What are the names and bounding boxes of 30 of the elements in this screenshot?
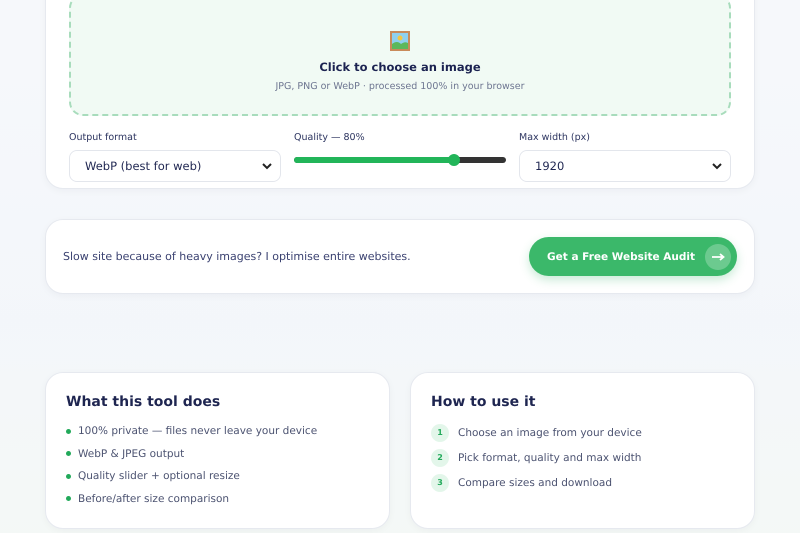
dropdown-select[interactable]: 1920 [519,150,731,182]
feature-text: 100% private — files never leave your device [78,425,318,438]
bullet-dot [66,496,71,502]
upload-hint: JPG, PNG or WebP · processed 100% in your browser [275,81,525,92]
step-number: 3 [431,474,449,492]
field-label: Quality — 80% [294,132,366,145]
step-text: Pick format, quality and max width [458,452,642,464]
chevron-down-icon [262,162,272,170]
step-text: Choose an image from your device [458,426,642,438]
chevron-down-icon [712,162,722,170]
bullet-dot [66,428,71,434]
field-label: Output format [69,132,138,145]
card-heading: What this tool does [66,394,222,410]
arrow-right-icon [705,244,731,270]
picture-icon [389,30,411,52]
bullet-dot [66,474,71,479]
field-label: Max width (px) [519,132,591,145]
step-number: 1 [431,424,449,442]
feature-text: Quality slider + optional resize [78,470,240,482]
upload-title: Click to choose an image [319,60,481,74]
feature-text: Before/after size comparison [78,492,230,505]
slider-thumb[interactable] [448,154,460,166]
cta-text: Slow site because of heavy images? I optimise entire websites. [63,250,411,263]
card-heading: How to use it [431,394,536,410]
bullet-dot [66,451,71,456]
step-text: Compare sizes and download [458,476,612,488]
dropdown-select[interactable]: WebP (best for web) [69,150,281,182]
feature-text: WebP & JPEG output [78,448,184,460]
step-number: 2 [431,448,449,466]
upload-dropzone[interactable]: Click to choose an image JPG, PNG or WebP · processed 100% in your browser [69,0,731,116]
